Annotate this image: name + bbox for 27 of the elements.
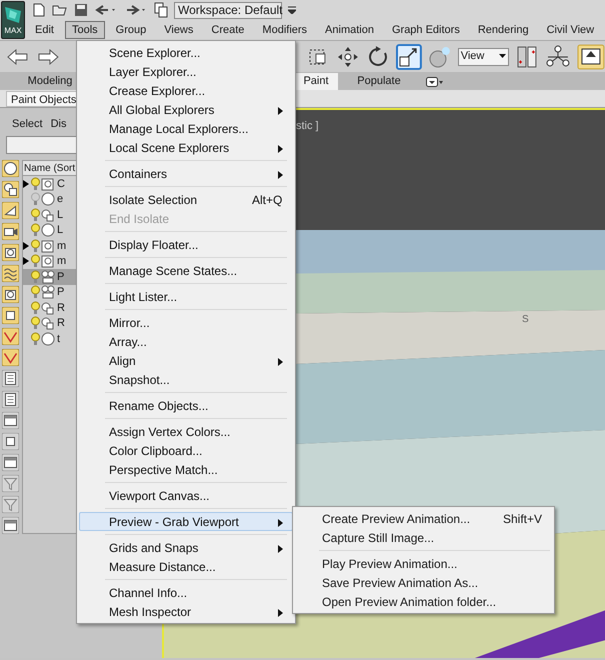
object-name: e xyxy=(57,192,64,207)
object-name: m xyxy=(57,238,66,254)
viewport-label: stic ] xyxy=(296,119,319,134)
menu-item-label: Save Preview Animation As... xyxy=(322,574,478,592)
menu-item-label: Scene Explorer... xyxy=(109,44,200,62)
menu-item-label: Array... xyxy=(109,334,147,350)
compass-label: S xyxy=(522,313,529,327)
menu-item-label: Mirror... xyxy=(109,314,150,332)
menu-item-label: Layer Explorer... xyxy=(109,64,196,80)
shortcut-label: Alt+Q xyxy=(252,192,282,208)
object-name: R xyxy=(57,316,65,331)
menu-item-label: Capture Still Image... xyxy=(322,530,434,546)
menu-item-label: Create Preview Animation... xyxy=(322,510,470,528)
object-name: C xyxy=(57,176,65,192)
object-name: m xyxy=(57,254,66,269)
menu-item-label: Align xyxy=(109,352,136,370)
object-name: P xyxy=(57,270,64,284)
object-name: R xyxy=(57,300,65,316)
dropdown-value: View xyxy=(460,49,484,64)
object-name: L xyxy=(57,223,64,238)
object-name: L xyxy=(57,208,64,222)
menu-item-label: Open Preview Animation folder... xyxy=(322,594,496,610)
object-name: t xyxy=(57,332,60,346)
object-name: P xyxy=(57,285,64,300)
menu-item-label: Play Preview Animation... xyxy=(322,556,458,572)
shortcut-label: Shift+V xyxy=(503,510,542,528)
menu-item-label: Crease Explorer... xyxy=(109,82,206,100)
